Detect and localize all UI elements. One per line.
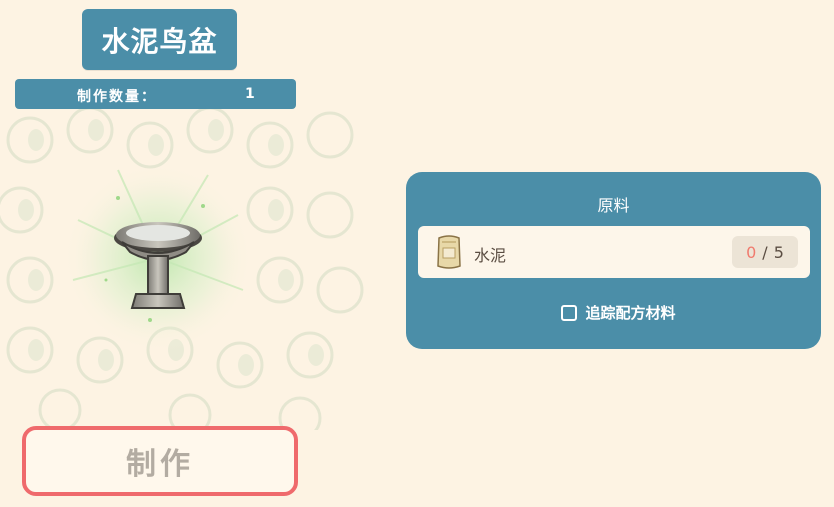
- material-count-need: 5: [773, 242, 784, 262]
- item-title-box: 水泥鸟盆: [82, 9, 237, 70]
- craft-quantity-value: 1: [245, 86, 255, 102]
- material-row[interactable]: 水泥 0 / 5: [418, 226, 810, 278]
- cement-bag-icon: [437, 235, 461, 269]
- craft-quantity-bar: 制作数量： 1: [15, 79, 296, 109]
- birdbath-icon: [63, 163, 253, 350]
- materials-panel: 原料 水泥 0 / 5 追踪配方材料: [406, 172, 821, 349]
- materials-header: 原料: [597, 196, 630, 215]
- track-materials-toggle[interactable]: 追踪配方材料: [406, 302, 821, 323]
- material-count-separator: /: [762, 242, 768, 262]
- track-materials-label: 追踪配方材料: [585, 304, 676, 322]
- craft-quantity-label: 制作数量：: [77, 89, 157, 105]
- material-count: 0 / 5: [732, 236, 798, 268]
- track-materials-checkbox[interactable]: [561, 304, 578, 321]
- item-title: 水泥鸟盆: [101, 24, 218, 58]
- material-name: 水泥: [474, 246, 507, 265]
- craft-button[interactable]: 制作: [22, 426, 298, 496]
- craft-button-label: 制作: [126, 447, 194, 482]
- material-count-have: 0: [746, 242, 757, 262]
